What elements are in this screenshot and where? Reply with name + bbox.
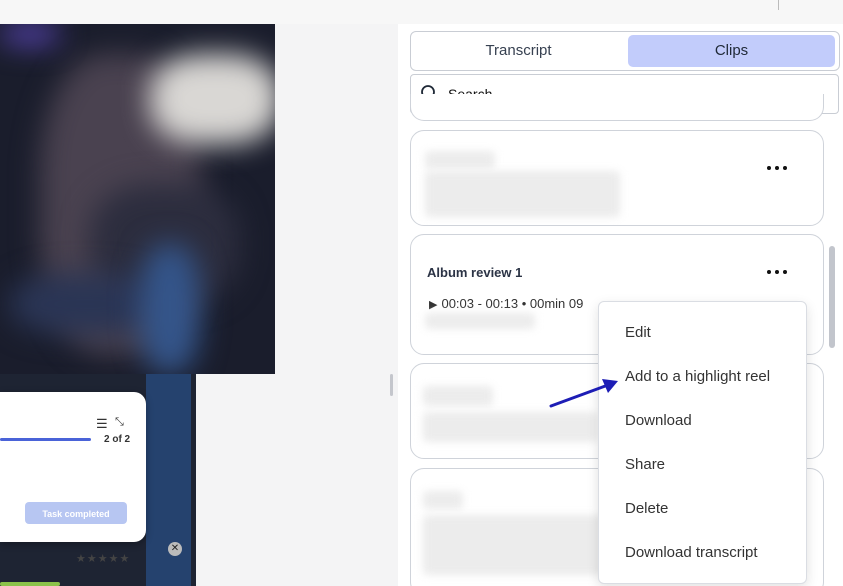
menu-icon[interactable]: ☰ xyxy=(96,416,108,432)
clip-card[interactable] xyxy=(410,94,824,121)
more-options-icon[interactable] xyxy=(766,265,792,279)
menu-item-edit[interactable]: Edit xyxy=(625,324,651,341)
tab-clips[interactable]: Clips xyxy=(628,35,835,67)
panel-resize-handle[interactable] xyxy=(390,374,393,396)
menu-item-download[interactable]: Download xyxy=(625,412,692,429)
annotation-arrow-icon xyxy=(549,379,618,408)
menu-item-add-to-highlight-reel[interactable]: Add to a highlight reel xyxy=(625,368,770,385)
task-completed-button[interactable]: Task completed xyxy=(25,502,127,524)
status-indicator xyxy=(0,582,60,586)
task-progress-bar xyxy=(0,438,91,441)
task-widget: ☰ ⤡ 2 of 2 Task completed xyxy=(0,392,146,542)
menu-item-share[interactable]: Share xyxy=(625,456,665,473)
task-progress-count: 2 of 2 xyxy=(104,434,131,445)
top-bar-divider xyxy=(778,0,779,10)
rating-stars[interactable]: ★★★★★ xyxy=(76,552,130,565)
menu-item-delete[interactable]: Delete xyxy=(625,500,668,517)
top-bar xyxy=(0,0,843,25)
video-area: ☰ ⤡ 2 of 2 Task completed ★★★★★ ✕ xyxy=(0,24,398,586)
more-options-icon[interactable] xyxy=(766,161,792,175)
play-icon[interactable]: ▶ xyxy=(429,299,437,311)
clip-title: Album review 1 xyxy=(427,265,523,280)
clip-card[interactable] xyxy=(410,130,824,226)
menu-item-download-transcript[interactable]: Download transcript xyxy=(625,544,758,561)
background-app-sidebar xyxy=(146,374,191,586)
tab-transcript[interactable]: Transcript xyxy=(414,35,623,67)
clip-context-menu: Edit Add to a highlight reel Download Sh… xyxy=(598,301,807,584)
clip-time-range: ▶ 00:03 - 00:13 • 00min 09 xyxy=(429,296,583,311)
panel-tabs: Transcript Clips xyxy=(410,31,840,71)
video-player[interactable] xyxy=(0,24,275,374)
scrollbar[interactable] xyxy=(829,246,835,348)
close-icon[interactable]: ✕ xyxy=(168,542,182,556)
collapse-icon[interactable]: ⤡ xyxy=(115,416,124,429)
clip-time-text: 00:03 - 00:13 • 00min 09 xyxy=(441,296,584,311)
